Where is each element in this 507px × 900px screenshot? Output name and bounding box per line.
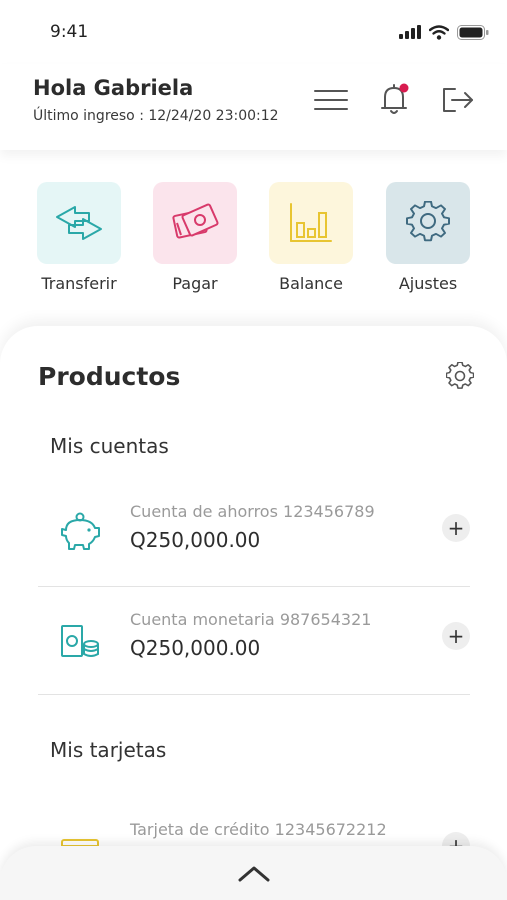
quick-action-transferir[interactable]: Transferir <box>34 182 124 293</box>
gear-icon <box>406 201 450 242</box>
chevron-up-icon[interactable] <box>237 864 271 884</box>
money-coins-icon <box>61 625 99 657</box>
cards-section-title: Mis tarjetas <box>50 738 167 762</box>
account-icon <box>56 616 104 664</box>
cash-icon <box>172 203 219 239</box>
logout-icon <box>443 88 473 112</box>
account-name: Cuenta de ahorros 123456789 <box>130 502 375 521</box>
quick-action-label: Pagar <box>172 274 218 293</box>
last-login-text: Último ingreso : 12/24/20 23:00:12 <box>33 108 279 124</box>
account-balance: Q250,000.00 <box>130 528 261 552</box>
quick-action-label: Balance <box>279 274 343 293</box>
quick-action-ajustes[interactable]: Ajustes <box>383 182 473 293</box>
account-row-savings[interactable]: Cuenta de ahorros 123456789 Q250,000.00 … <box>38 480 470 586</box>
quick-action-pagar[interactable]: Pagar <box>150 182 240 293</box>
expand-account-button[interactable]: + <box>442 622 470 650</box>
signal-icon <box>399 25 421 39</box>
products-title: Productos <box>38 362 181 391</box>
divider <box>38 694 470 695</box>
bell-icon <box>381 83 409 114</box>
account-row-monetary[interactable]: Cuenta monetaria 987654321 Q250,000.00 + <box>38 588 470 694</box>
pay-tile[interactable] <box>153 182 237 264</box>
account-balance: Q250,000.00 <box>130 636 261 660</box>
quick-action-balance[interactable]: Balance <box>266 182 356 293</box>
balance-tile[interactable] <box>269 182 353 264</box>
app-header: Hola Gabriela Último ingreso : 12/24/20 … <box>0 64 507 150</box>
products-panel: Productos Mis cuentas Cuenta de ahorros … <box>0 326 507 900</box>
plus-icon: + <box>447 624 465 648</box>
plus-icon: + <box>447 516 465 540</box>
account-icon <box>56 508 104 556</box>
card-name: Tarjeta de crédito 12345672212 <box>130 820 387 839</box>
quick-action-label: Transferir <box>41 274 117 293</box>
products-settings-button[interactable] <box>445 361 475 390</box>
status-time: 9:41 <box>50 22 89 42</box>
status-icons <box>399 24 489 40</box>
piggy-bank-icon <box>61 512 100 550</box>
settings-tile[interactable] <box>386 182 470 264</box>
quick-action-label: Ajustes <box>398 274 458 293</box>
transfer-tile[interactable] <box>37 182 121 264</box>
transfer-arrows-icon <box>56 206 102 240</box>
greeting-title: Hola Gabriela <box>33 76 194 100</box>
bar-chart-icon <box>290 203 332 242</box>
status-bar: 9:41 <box>0 0 507 64</box>
battery-icon <box>457 24 489 40</box>
wifi-icon <box>429 24 449 40</box>
account-name: Cuenta monetaria 987654321 <box>130 610 372 629</box>
expand-account-button[interactable]: + <box>442 514 470 542</box>
menu-button[interactable] <box>311 80 351 120</box>
bottom-sheet[interactable] <box>0 846 507 900</box>
hamburger-icon <box>314 90 348 110</box>
notifications-button[interactable] <box>375 80 415 120</box>
gear-icon <box>445 361 475 389</box>
quick-actions: Transferir Pagar Balance Ajustes <box>0 182 507 302</box>
notification-dot <box>399 83 409 93</box>
logout-button[interactable] <box>438 80 478 120</box>
accounts-section-title: Mis cuentas <box>50 434 169 458</box>
divider <box>38 586 470 587</box>
